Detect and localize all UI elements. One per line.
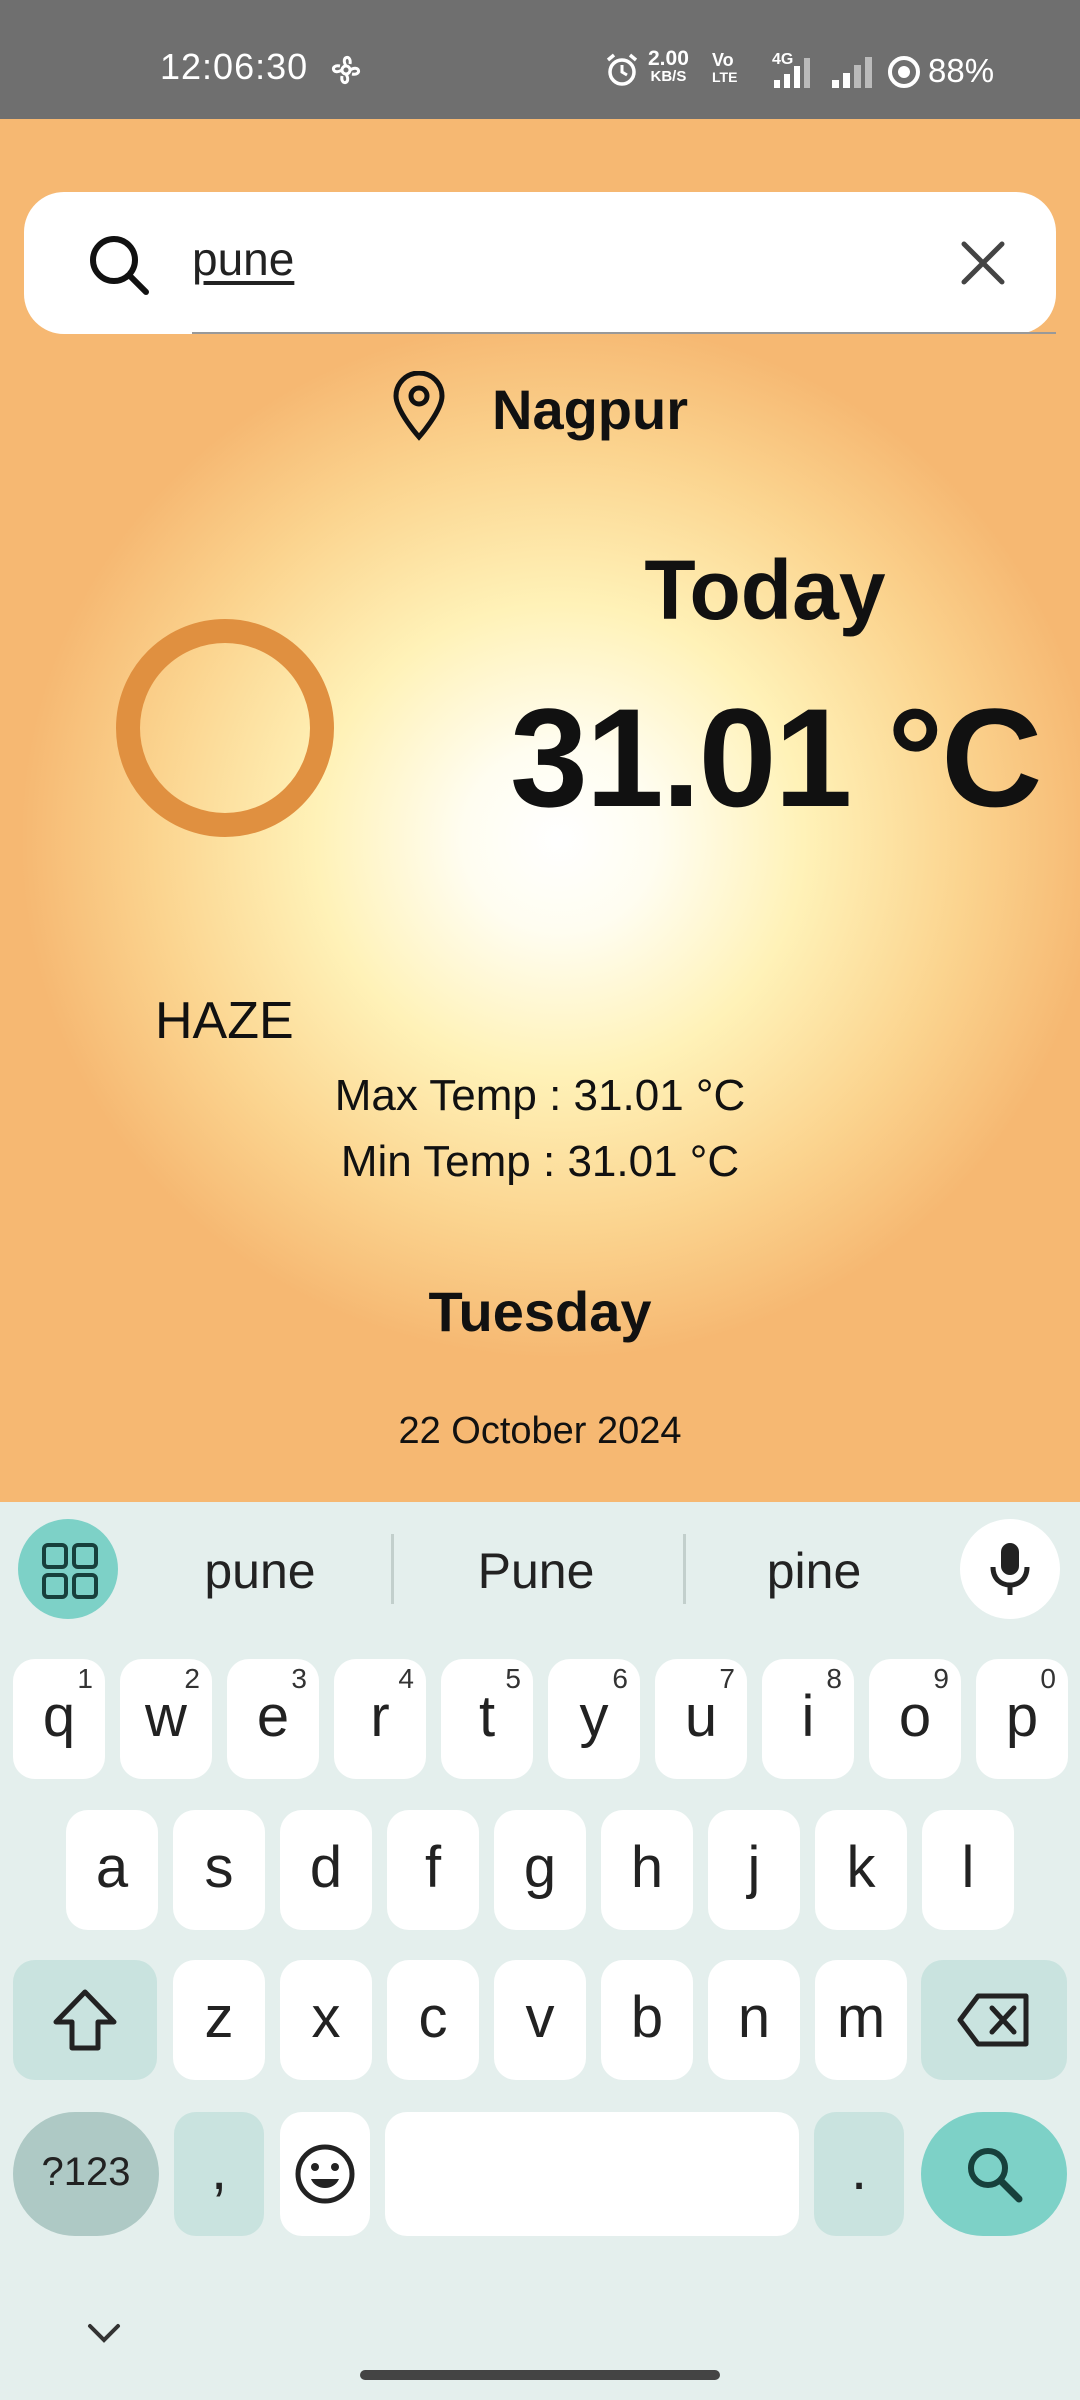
grid-icon: [72, 1543, 98, 1569]
chevron-down-icon[interactable]: [86, 2322, 122, 2344]
search-icon: [90, 236, 149, 295]
weather-condition: HAZE: [155, 992, 294, 1050]
key-q[interactable]: q1: [13, 1659, 105, 1779]
network-speed: 2.00 KB/S: [648, 47, 689, 85]
key-u[interactable]: u7: [655, 1659, 747, 1779]
location-pin-icon: [393, 371, 445, 441]
fan-icon: [332, 56, 360, 84]
key-m[interactable]: m: [815, 1960, 907, 2080]
battery-percent: 88%: [928, 52, 995, 89]
suggestion-divider: [683, 1534, 686, 1604]
network-type-label: 4G: [772, 51, 793, 68]
search-underline: [192, 332, 1056, 334]
key-h[interactable]: h: [601, 1810, 693, 1930]
key-w[interactable]: w2: [120, 1659, 212, 1779]
grid-icon: [42, 1543, 68, 1569]
weather-panel: pune Nagpur Today 31.01 °C HAZE Max Temp…: [0, 119, 1080, 1502]
key-g[interactable]: g: [494, 1810, 586, 1930]
key-s[interactable]: s: [173, 1810, 265, 1930]
status-time: 12:06:30: [160, 46, 309, 87]
search-bar[interactable]: pune: [24, 192, 1056, 334]
key-x[interactable]: x: [280, 1960, 372, 2080]
key-l[interactable]: l: [922, 1810, 1014, 1930]
battery-icon: [888, 56, 920, 88]
key-y[interactable]: y6: [548, 1659, 640, 1779]
key-i[interactable]: i8: [762, 1659, 854, 1779]
max-temperature: Max Temp : 31.01 °C: [334, 1071, 746, 1120]
alarm-icon: [606, 53, 638, 86]
key-a[interactable]: a: [66, 1810, 158, 1930]
day-label: Today: [644, 543, 886, 637]
sun-icon: [116, 619, 334, 837]
signal-icon: [832, 57, 872, 88]
min-temperature: Min Temp : 31.01 °C: [340, 1137, 740, 1186]
signal-4g-icon: 4G: [772, 51, 810, 88]
key-r[interactable]: r4: [334, 1659, 426, 1779]
status-bar: 12:06:30 2.00 KB/S Vo LTE 4G 88%: [0, 0, 1080, 119]
suggestion-3[interactable]: pine: [694, 1542, 934, 1600]
keyboard-menu-button[interactable]: [18, 1519, 118, 1619]
key-o[interactable]: o9: [869, 1659, 961, 1779]
search-key[interactable]: [921, 2112, 1067, 2236]
shift-key[interactable]: [13, 1960, 157, 2080]
grid-icon: [42, 1573, 68, 1599]
grid-icon: [72, 1573, 98, 1599]
key-p[interactable]: p0: [976, 1659, 1068, 1779]
suggestion-2[interactable]: Pune: [416, 1542, 656, 1600]
close-icon[interactable]: [958, 238, 1008, 288]
weekday: Tuesday: [428, 1280, 652, 1343]
key-e[interactable]: e3: [227, 1659, 319, 1779]
key-n[interactable]: n: [708, 1960, 800, 2080]
key-f[interactable]: f: [387, 1810, 479, 1930]
space-key[interactable]: [385, 2112, 799, 2236]
backspace-icon: [957, 1993, 1029, 2047]
suggestion-1[interactable]: pune: [140, 1542, 380, 1600]
search-icon: [968, 2148, 1023, 2203]
suggestion-divider: [391, 1534, 394, 1604]
key-b[interactable]: b: [601, 1960, 693, 2080]
key-d[interactable]: d: [280, 1810, 372, 1930]
period-key[interactable]: .: [814, 2112, 904, 2236]
mic-button[interactable]: [960, 1519, 1060, 1619]
search-input[interactable]: pune: [192, 232, 294, 286]
current-temperature: 31.01 °C: [510, 679, 1042, 836]
soft-keyboard: pune Pune pine q1w2e3r4t5y6u7i8o9p0 asdf…: [0, 1502, 1080, 2400]
key-t[interactable]: t5: [441, 1659, 533, 1779]
emoji-key[interactable]: [280, 2112, 370, 2236]
city-name: Nagpur: [492, 378, 688, 441]
key-k[interactable]: k: [815, 1810, 907, 1930]
home-indicator[interactable]: [360, 2370, 720, 2380]
shift-icon: [53, 1989, 117, 2051]
key-c[interactable]: c: [387, 1960, 479, 2080]
key-j[interactable]: j: [708, 1810, 800, 1930]
microphone-icon: [990, 1543, 1030, 1595]
backspace-key[interactable]: [921, 1960, 1067, 2080]
key-v[interactable]: v: [494, 1960, 586, 2080]
date: 22 October 2024: [398, 1410, 682, 1452]
comma-key[interactable]: ,: [174, 2112, 264, 2236]
key-z[interactable]: z: [173, 1960, 265, 2080]
volte-indicator: Vo LTE: [712, 50, 738, 85]
emoji-icon: [295, 2144, 355, 2204]
symbols-key[interactable]: ?123: [13, 2112, 159, 2236]
